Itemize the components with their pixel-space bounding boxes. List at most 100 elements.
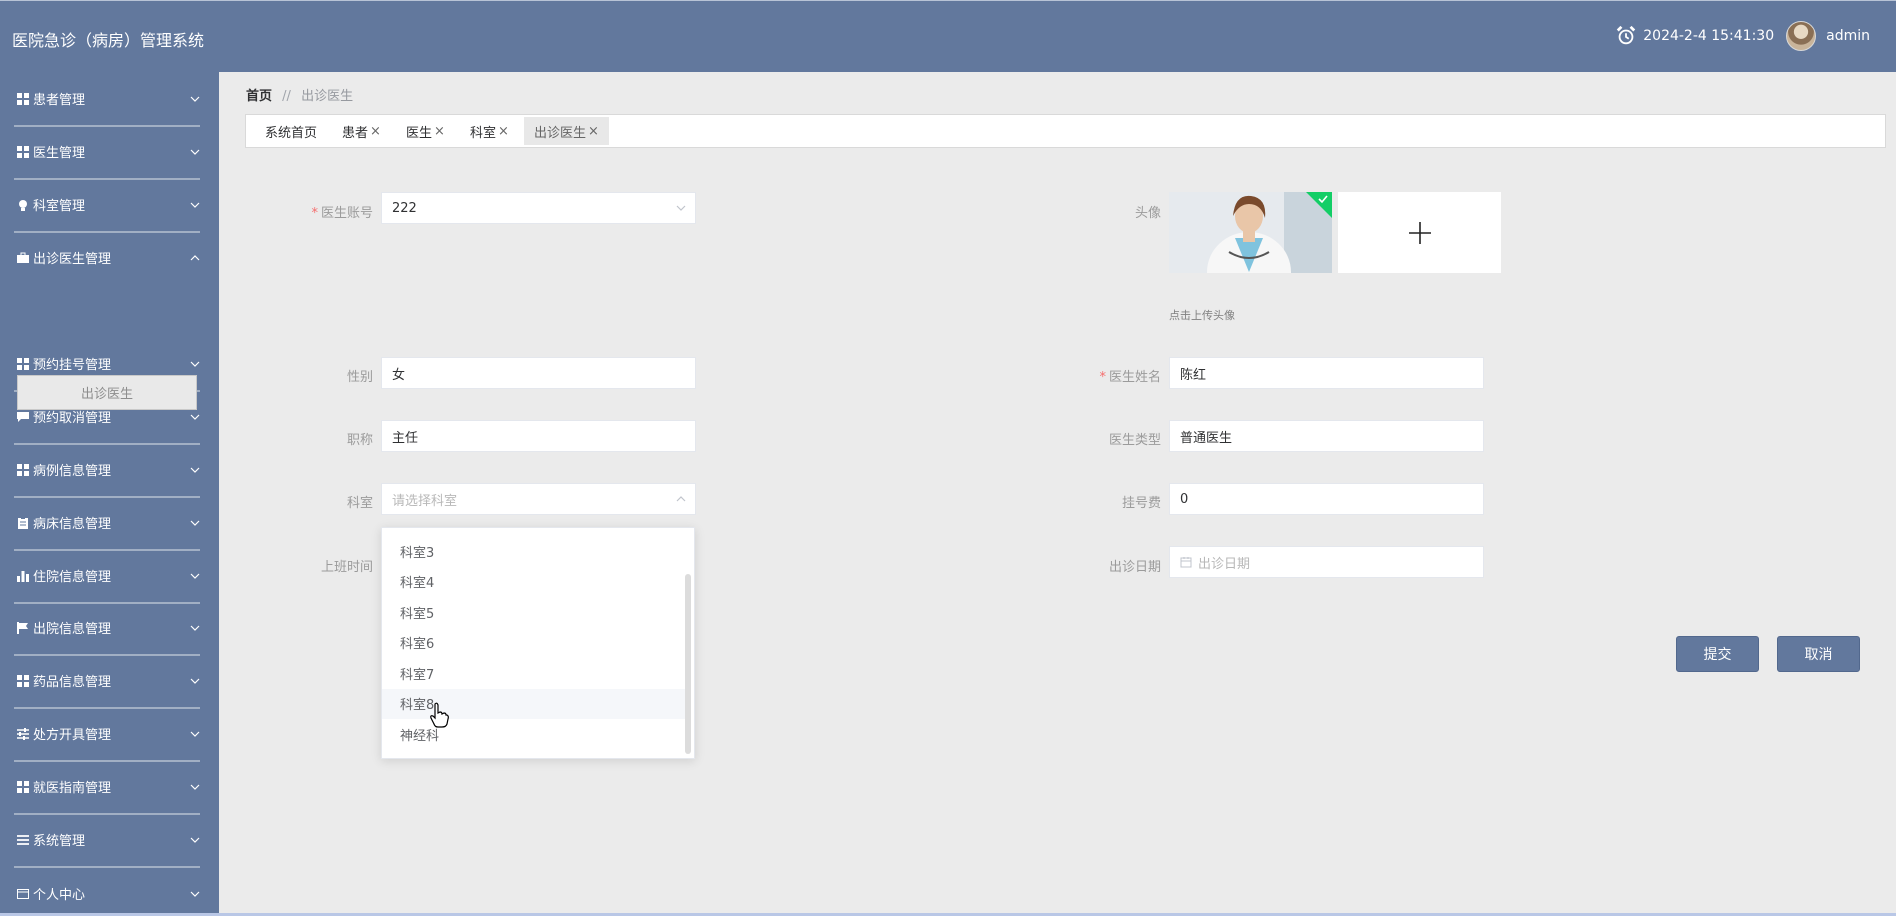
chevron-down-icon	[190, 731, 200, 737]
chevron-down-icon	[190, 96, 200, 102]
visit-date-picker[interactable]: 出诊日期	[1169, 546, 1484, 578]
grid-icon	[17, 92, 29, 105]
chevron-down-icon	[190, 149, 200, 155]
plus-icon	[1408, 221, 1431, 244]
chevron-down-icon	[190, 837, 200, 843]
tab-patient[interactable]: 患者 ×	[338, 117, 385, 145]
label-avatar: 头像	[1134, 206, 1161, 221]
dropdown-option-partial[interactable]	[382, 528, 687, 536]
suitcase-icon	[17, 252, 29, 264]
sidebar-item[interactable]: 药品信息管理	[0, 654, 219, 707]
sidebar: 患者管理 医生管理 科室管理 出诊医生管理 预约挂号管理 预约取消管理 病例信息管理 病床信息…	[0, 72, 219, 916]
dropdown-option[interactable]: 科室6	[382, 628, 687, 658]
top-bar: 医院急诊（病房）管理系统 2024-2-4 15:41:30 admin	[0, 0, 1896, 72]
label-doctor-type: 医生类型	[1108, 433, 1161, 448]
cancel-button[interactable]: 取消	[1777, 636, 1860, 672]
tab-close-icon[interactable]: ×	[370, 124, 381, 139]
department-select[interactable]: 请选择科室	[381, 483, 696, 515]
grid-icon	[17, 145, 29, 158]
upload-success-badge-icon	[1306, 192, 1332, 218]
sidebar-item-label: 患者管理	[33, 93, 86, 108]
sidebar-item[interactable]: 病床信息管理	[0, 496, 219, 549]
chevron-down-icon	[190, 625, 200, 631]
tab-visiting-doctor[interactable]: 出诊医生 ×	[524, 117, 609, 145]
top-right-area: 2024-2-4 15:41:30 admin	[1615, 21, 1870, 51]
label-visit-date: 出诊日期	[1108, 560, 1161, 575]
breadcrumb: 首页 // 出诊医生	[246, 85, 353, 104]
tab-close-icon[interactable]: ×	[498, 124, 509, 139]
calendar-icon	[1180, 557, 1192, 568]
label-gender: 性别	[346, 370, 373, 385]
sidebar-item-label: 出院信息管理	[33, 622, 112, 637]
submit-button[interactable]: 提交	[1676, 636, 1759, 672]
sidebar-item-label: 出诊医生管理	[33, 252, 112, 267]
sidebar-item-label: 病例信息管理	[33, 464, 112, 479]
sidebar-item-label: 就医指南管理	[33, 781, 112, 796]
grid-icon	[17, 357, 29, 370]
sidebar-item[interactable]: 住院信息管理	[0, 549, 219, 602]
chevron-down-icon	[190, 891, 200, 897]
sidebar-item[interactable]: 病例信息管理	[0, 443, 219, 496]
chevron-down-icon	[190, 573, 200, 579]
sidebar-item[interactable]: 出院信息管理	[0, 601, 219, 654]
label-doctor-name: * 医生姓名	[1099, 370, 1161, 385]
upload-avatar-button[interactable]	[1338, 192, 1501, 273]
doctor-type-field[interactable]: 普通医生	[1169, 420, 1484, 452]
tab-doctor[interactable]: 医生 ×	[402, 117, 449, 145]
gender-field[interactable]: 女	[381, 357, 696, 389]
registration-fee-field[interactable]: 0	[1169, 483, 1484, 515]
submenu-item-visiting-doctor[interactable]: 出诊医生	[17, 375, 197, 410]
sidebar-item[interactable]: 系统管理	[0, 813, 219, 866]
doctor-account-select[interactable]: 222	[381, 192, 696, 224]
hand-cursor-icon	[430, 702, 449, 728]
sliders-icon	[17, 727, 29, 740]
upload-hint: 点击上传头像	[1169, 309, 1235, 322]
dropdown-option[interactable]: 科室5	[382, 597, 687, 627]
chevron-down-icon	[190, 202, 200, 208]
chevron-down-icon	[190, 678, 200, 684]
sidebar-item[interactable]: 处方开具管理	[0, 707, 219, 760]
tab-close-icon[interactable]: ×	[588, 124, 599, 139]
chevron-up-icon	[190, 254, 200, 260]
dropdown-option[interactable]: 科室4	[382, 567, 687, 597]
dropdown-option[interactable]: 科室7	[382, 658, 687, 688]
doctor-name-field[interactable]: 陈红	[1169, 357, 1484, 389]
grid-icon	[17, 463, 29, 476]
sidebar-item[interactable]: 患者管理	[0, 72, 219, 125]
label-registration-fee: 挂号费	[1121, 496, 1161, 511]
breadcrumb-home[interactable]: 首页	[246, 89, 272, 104]
chevron-down-icon	[190, 361, 200, 367]
sidebar-item-label: 药品信息管理	[33, 675, 112, 690]
bulb-icon	[17, 199, 29, 211]
chevron-down-icon	[190, 467, 200, 473]
dropdown-option[interactable]: 科室8	[382, 688, 687, 719]
chevron-down-icon	[190, 414, 200, 420]
chevron-down-icon	[676, 205, 686, 211]
avatar-photo[interactable]	[1169, 192, 1332, 273]
dropdown-option[interactable]: 神经科	[382, 719, 687, 749]
sidebar-item-label: 个人中心	[33, 888, 86, 903]
title-field[interactable]: 主任	[381, 420, 696, 452]
breadcrumb-separator: //	[282, 89, 291, 104]
label-doctor-account: * 医生账号	[311, 206, 373, 221]
tab-home[interactable]: 系统首页	[261, 117, 321, 145]
dropdown-scrollbar[interactable]	[685, 574, 691, 754]
tab-close-icon[interactable]: ×	[434, 124, 445, 139]
label-shift-time: 上班时间	[320, 560, 373, 575]
avatar[interactable]	[1786, 21, 1817, 51]
sidebar-item[interactable]: 科室管理	[0, 178, 219, 231]
grid-icon	[17, 780, 29, 793]
sidebar-item[interactable]: 医生管理	[0, 125, 219, 178]
sidebar-item[interactable]: 出诊医生管理	[0, 231, 219, 284]
card-icon	[17, 888, 29, 900]
username[interactable]: admin	[1826, 28, 1870, 44]
list-icon	[17, 834, 29, 846]
chat-icon	[17, 411, 29, 423]
sidebar-item[interactable]: 个人中心	[0, 867, 219, 916]
clipboard-icon	[17, 516, 29, 529]
tab-department[interactable]: 科室 ×	[466, 117, 513, 145]
alarm-clock-icon	[1617, 25, 1636, 45]
sidebar-item-label: 医生管理	[33, 146, 86, 161]
dropdown-option[interactable]: 科室3	[382, 536, 687, 566]
sidebar-item[interactable]: 就医指南管理	[0, 760, 219, 813]
